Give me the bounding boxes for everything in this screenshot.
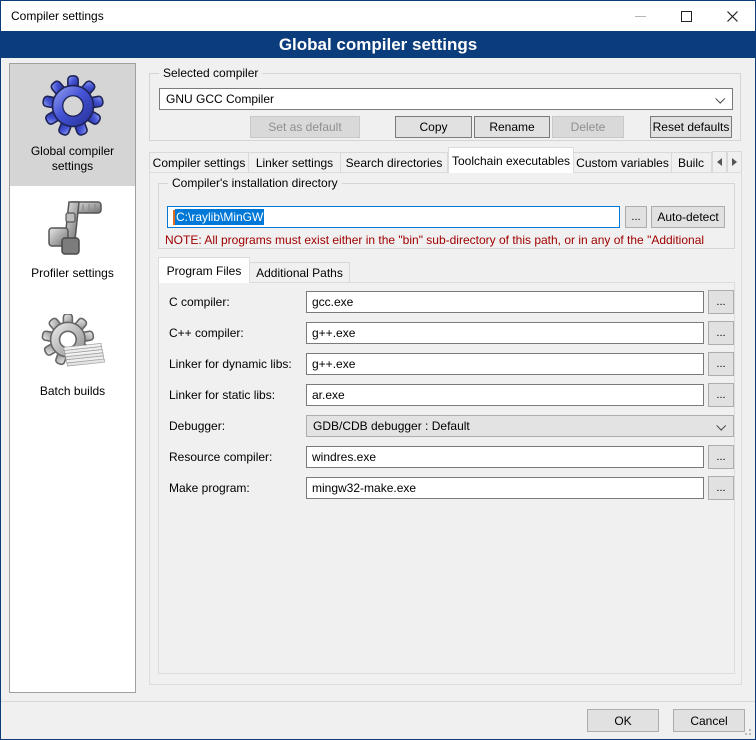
install-dir-browse-button[interactable]: ... <box>625 206 647 228</box>
subtab-additional-paths[interactable]: Additional Paths <box>250 262 350 283</box>
main-tab-strip: Compiler settings Linker settings Search… <box>149 147 742 173</box>
browse-button[interactable]: ... <box>708 445 734 469</box>
field-label: Debugger: <box>169 415 304 437</box>
install-dir-input[interactable]: C:\raylib\MinGW <box>167 206 620 228</box>
selected-compiler-legend: Selected compiler <box>159 66 262 80</box>
footer-divider <box>1 701 755 702</box>
resize-grip-icon[interactable] <box>741 725 751 735</box>
set-as-default-button[interactable]: Set as default <box>250 116 360 138</box>
tab-toolchain-executables[interactable]: Toolchain executables <box>448 147 574 173</box>
ok-button[interactable]: OK <box>587 709 659 732</box>
close-button[interactable] <box>709 1 755 31</box>
tab-search-directories[interactable]: Search directories <box>341 152 448 173</box>
copy-button[interactable]: Copy <box>395 116 472 138</box>
delete-button[interactable]: Delete <box>552 116 624 138</box>
caption-buttons <box>617 1 755 31</box>
compiler-select-value: GNU GCC Compiler <box>166 92 274 106</box>
dynamic-linker-input[interactable]: g++.exe <box>306 353 704 375</box>
sidebar-item-label: Global compiler settings <box>14 144 131 174</box>
field-label: C compiler: <box>169 291 304 313</box>
sidebar-item-profiler-settings[interactable]: Profiler settings <box>10 186 135 304</box>
browse-button[interactable]: ... <box>708 383 734 407</box>
make-program-input[interactable]: mingw32-make.exe <box>306 477 704 499</box>
rename-button[interactable]: Rename <box>474 116 550 138</box>
sidebar-item-global-compiler-settings[interactable]: Global compiler settings <box>10 64 135 186</box>
window-title: Compiler settings <box>1 9 104 23</box>
sidebar-item-label: Profiler settings <box>31 266 114 281</box>
arrow-right-icon <box>732 158 737 166</box>
tab-build-options-truncated[interactable]: Builc <box>672 152 712 173</box>
install-dir-group: Compiler's installation directory C:\ray… <box>158 183 735 249</box>
maximize-icon <box>681 11 692 22</box>
tab-scroll-buttons <box>712 151 742 173</box>
program-files-tab-strip: Program Files Additional Paths <box>158 255 735 283</box>
sidebar-item-batch-builds[interactable]: Batch builds <box>10 304 135 422</box>
field-label: Resource compiler: <box>169 446 304 468</box>
toolchain-executables-page: Compiler's installation directory C:\ray… <box>149 172 742 685</box>
gray-gear-stack-icon <box>41 314 105 378</box>
chevron-down-icon <box>716 421 726 431</box>
minimize-button[interactable] <box>617 1 663 31</box>
field-label: Linker for static libs: <box>169 384 304 406</box>
auto-detect-button[interactable]: Auto-detect <box>651 206 725 228</box>
browse-button[interactable]: ... <box>708 321 734 345</box>
tab-linker-settings[interactable]: Linker settings <box>249 152 341 173</box>
close-icon <box>727 11 738 22</box>
field-label: Make program: <box>169 477 304 499</box>
compiler-settings-dialog: Compiler settings Global compiler settin… <box>0 0 756 740</box>
tab-scroll-right-button[interactable] <box>727 151 742 173</box>
browse-button[interactable]: ... <box>708 352 734 376</box>
field-label: Linker for dynamic libs: <box>169 353 304 375</box>
program-files-panel: C compiler: gcc.exe ... C++ compiler: g+… <box>158 282 735 674</box>
install-dir-note: NOTE: All programs must exist either in … <box>165 233 733 247</box>
browse-button[interactable]: ... <box>708 476 734 500</box>
titlebar[interactable]: Compiler settings <box>1 1 755 31</box>
blue-gear-icon <box>41 74 105 138</box>
field-label: C++ compiler: <box>169 322 304 344</box>
dialog-banner: Global compiler settings <box>1 31 755 58</box>
reset-defaults-button[interactable]: Reset defaults <box>650 116 732 138</box>
resource-compiler-input[interactable]: windres.exe <box>306 446 704 468</box>
cpp-compiler-input[interactable]: g++.exe <box>306 322 704 344</box>
install-dir-value: C:\raylib\MinGW <box>175 209 264 225</box>
chevron-down-icon <box>715 94 725 104</box>
caliper-icon <box>41 196 105 260</box>
cancel-button[interactable]: Cancel <box>673 709 745 732</box>
subtab-program-files[interactable]: Program Files <box>158 257 250 283</box>
browse-button[interactable]: ... <box>708 290 734 314</box>
debugger-select[interactable]: GDB/CDB debugger : Default <box>306 415 734 437</box>
tab-scroll-left-button[interactable] <box>712 151 727 173</box>
arrow-left-icon <box>717 158 722 166</box>
c-compiler-input[interactable]: gcc.exe <box>306 291 704 313</box>
sidebar-item-label: Batch builds <box>40 384 105 399</box>
debugger-select-value: GDB/CDB debugger : Default <box>313 419 470 433</box>
tab-compiler-settings[interactable]: Compiler settings <box>149 152 249 173</box>
tab-custom-variables[interactable]: Custom variables <box>574 152 672 173</box>
static-linker-input[interactable]: ar.exe <box>306 384 704 406</box>
maximize-button[interactable] <box>663 1 709 31</box>
install-dir-legend: Compiler's installation directory <box>168 176 342 190</box>
compiler-select[interactable]: GNU GCC Compiler <box>159 88 733 110</box>
banner-title: Global compiler settings <box>279 35 477 55</box>
settings-sidebar: Global compiler settings Profiler settin… <box>9 63 136 693</box>
selected-compiler-group: Selected compiler GNU GCC Compiler Set a… <box>149 73 741 141</box>
minimize-icon <box>635 16 646 17</box>
